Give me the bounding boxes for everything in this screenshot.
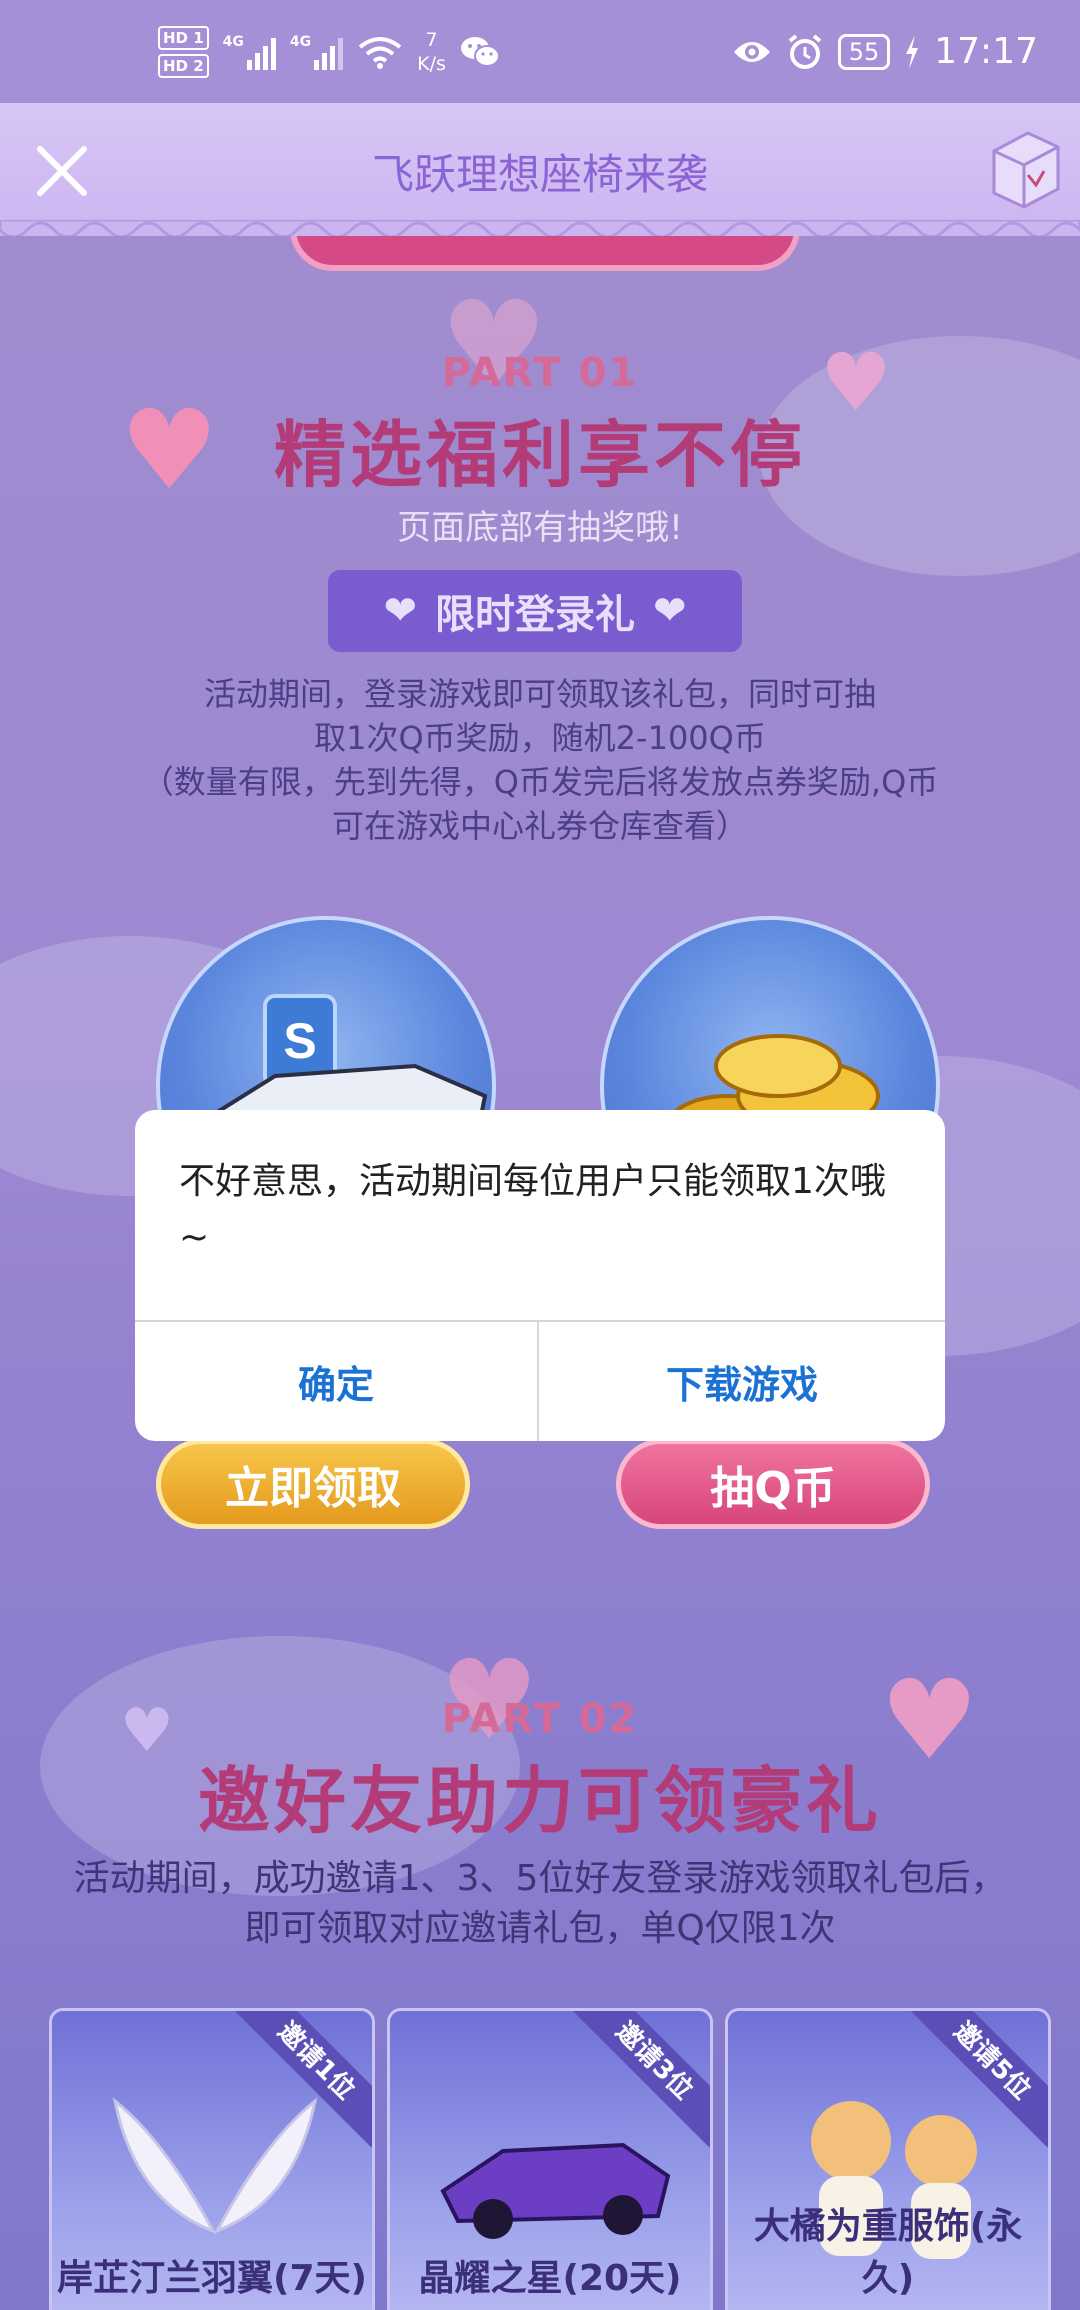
clock: 17:17 xyxy=(934,31,1038,72)
network-speed: 7 K/s xyxy=(417,28,446,76)
wechat-icon xyxy=(460,36,500,67)
eye-icon xyxy=(733,41,770,62)
network-type-label: 4G xyxy=(222,33,244,50)
status-bar: HD 1 HD 2 4G 4G 7 K/s 55 17:17 xyxy=(0,0,1080,103)
dual-sim-indicator: HD 1 HD 2 xyxy=(158,25,209,78)
alert-dialog: 不好意思，活动期间每位用户只能领取1次哦~ 确定 下载游戏 xyxy=(135,1110,945,1441)
signal-icon: 4G xyxy=(223,34,276,70)
alarm-icon xyxy=(788,33,821,69)
wifi-icon xyxy=(358,36,402,69)
confirm-button[interactable]: 确定 xyxy=(135,1322,537,1441)
network-type-label-2: 4G xyxy=(289,33,312,50)
speed-value: 7 xyxy=(425,28,438,51)
battery-level: 55 xyxy=(837,33,891,70)
signal-icon-2: 4G xyxy=(289,33,344,70)
download-game-button[interactable]: 下载游戏 xyxy=(539,1322,945,1441)
speed-unit: K/s xyxy=(417,52,446,75)
dialog-message: 不好意思，活动期间每位用户只能领取1次哦~ xyxy=(179,1161,886,1258)
sim1-label: HD 1 xyxy=(158,25,209,50)
charging-icon xyxy=(906,34,919,69)
sim2-label: HD 2 xyxy=(158,53,209,78)
